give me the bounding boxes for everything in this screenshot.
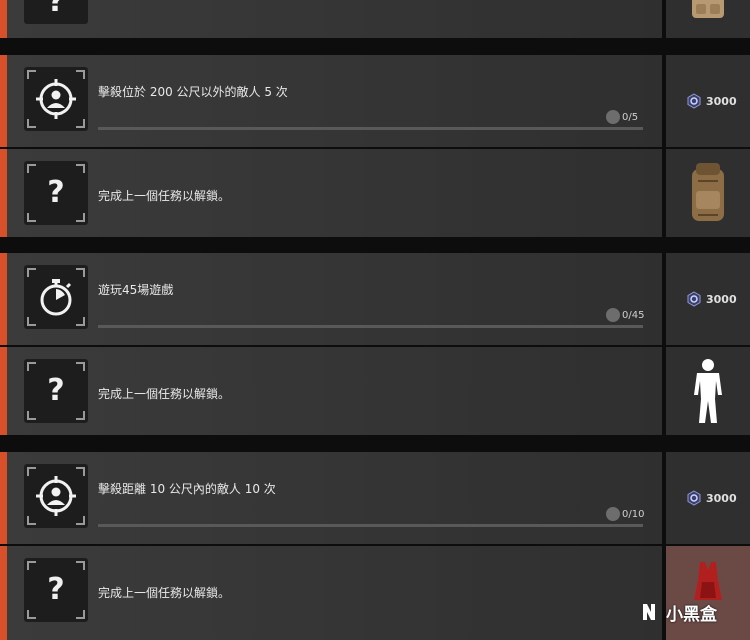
reward-amount: 3000	[706, 293, 737, 306]
crosshair-person-icon	[36, 79, 76, 119]
task-title: 擊殺位於 200 公尺以外的敵人 5 次	[98, 85, 288, 99]
question-mark-icon: ?	[47, 175, 65, 210]
question-mark-icon: ?	[47, 373, 65, 408]
task-row[interactable]: 擊殺位於 200 公尺以外的敵人 5 次 0/5 3000	[0, 55, 750, 147]
accent-bar	[0, 0, 7, 38]
accent-bar	[0, 55, 7, 147]
task-row-locked[interactable]: ? 完成上一個任務以解鎖。	[0, 149, 750, 237]
task-icon-tile: ?	[24, 161, 88, 225]
reward-slot[interactable]: 3000	[666, 452, 750, 544]
task-tile-partial: ?	[24, 0, 88, 24]
reward-amount: 3000	[706, 95, 737, 108]
task-main	[7, 55, 662, 147]
stopwatch-icon	[40, 279, 72, 316]
accent-bar	[0, 452, 7, 544]
task-row-locked[interactable]: ? 完成上一個任務以解鎖。	[0, 347, 750, 435]
accent-bar	[0, 253, 7, 345]
accent-bar	[0, 347, 7, 435]
brand-logo-icon	[643, 604, 655, 620]
progress-bar	[98, 127, 643, 130]
gcoin-icon	[687, 490, 701, 506]
progress-indicator-icon	[606, 507, 620, 521]
watermark: 小黑盒	[638, 597, 748, 627]
item-icon	[692, 0, 724, 18]
task-main-partial: ?	[7, 0, 662, 38]
reward-slot[interactable]: 3000	[666, 253, 750, 345]
task-title: 遊玩45場遊戲	[98, 283, 174, 297]
character-outfit-icon	[694, 359, 722, 423]
gcoin-icon	[687, 291, 701, 307]
task-main	[7, 253, 662, 345]
task-icon-tile: ?	[24, 558, 88, 622]
reward-slot[interactable]	[666, 347, 750, 435]
crosshair-person-icon	[36, 476, 76, 516]
progress-count: 0/45	[622, 310, 645, 321]
locked-label: 完成上一個任務以解鎖。	[98, 189, 231, 203]
progress-count: 0/10	[622, 509, 645, 520]
gcoin-icon	[687, 93, 701, 109]
task-icon-tile	[24, 265, 88, 329]
progress-bar	[98, 524, 643, 527]
accent-bar	[0, 546, 7, 640]
reward-slot[interactable]	[666, 149, 750, 237]
backpack-icon	[692, 163, 724, 221]
progress-indicator-icon	[606, 308, 620, 322]
watermark-text: 小黑盒	[666, 604, 717, 625]
progress-indicator-icon	[606, 110, 620, 124]
progress-bar	[98, 325, 643, 328]
task-row[interactable]: 擊殺距離 10 公尺內的敵人 10 次 0/10 3000	[0, 452, 750, 544]
reward-slot[interactable]: 3000	[666, 55, 750, 147]
locked-label: 完成上一個任務以解鎖。	[98, 387, 231, 401]
task-icon-tile: ?	[24, 359, 88, 423]
task-title: 擊殺距離 10 公尺內的敵人 10 次	[98, 482, 276, 496]
locked-label: 完成上一個任務以解鎖。	[98, 586, 231, 600]
reward-amount: 3000	[706, 492, 737, 505]
task-row-partial: ?	[0, 0, 750, 38]
task-main	[7, 452, 662, 544]
task-icon-tile	[24, 67, 88, 131]
reward-slot-partial	[666, 0, 750, 38]
question-mark-icon: ?	[47, 572, 65, 607]
question-mark-icon: ?	[47, 0, 65, 19]
progress-count: 0/5	[622, 112, 639, 123]
task-icon-tile	[24, 464, 88, 528]
task-row[interactable]: 遊玩45場遊戲 0/45 3000	[0, 253, 750, 345]
accent-bar	[0, 149, 7, 237]
